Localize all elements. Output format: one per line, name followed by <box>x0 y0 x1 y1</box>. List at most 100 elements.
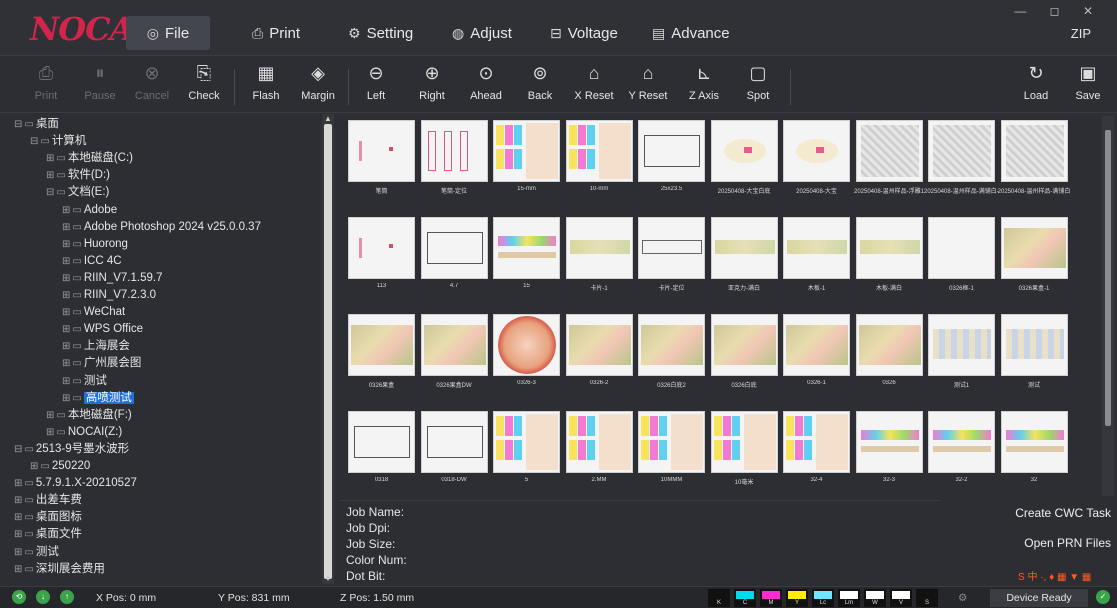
expand-icon[interactable]: ⊞ <box>62 358 70 369</box>
tree-item[interactable]: ⊞ ▭ 高喷测试 <box>62 390 134 406</box>
window-controls[interactable]: — ◻ ✕ <box>1014 4 1103 18</box>
tree-item[interactable]: ⊟ ▭ 桌面 <box>14 116 59 132</box>
tab-adjust[interactable]: ◍ Adjust <box>452 18 512 48</box>
file-thumbnail[interactable]: 木板-1 <box>783 217 850 299</box>
tree-item[interactable]: ⊞ ▭ WPS Office <box>62 321 143 337</box>
file-thumbnail[interactable]: 0326果盒DW <box>420 314 488 396</box>
collapse-icon[interactable]: ⊟ <box>30 136 38 147</box>
expand-icon[interactable]: ⊞ <box>62 324 70 335</box>
x-reset-button[interactable]: ⌂ X Reset <box>566 61 622 111</box>
spot-button[interactable]: ▢ Spot <box>730 61 786 111</box>
file-thumbnail[interactable]: 15-mm <box>493 120 560 202</box>
tree-item[interactable]: ⊟ ▭ 计算机 <box>30 133 86 149</box>
file-thumbnail[interactable]: 32-2 <box>928 411 995 493</box>
tree-item[interactable]: ⊞ ▭ RIIN_V7.2.3.0 <box>62 287 156 303</box>
file-thumbnail[interactable]: 亚克力-满白 <box>710 217 778 299</box>
cancel-button[interactable]: ⊗ Cancel <box>124 61 180 111</box>
scroll-down-icon[interactable]: ▼ <box>324 574 332 583</box>
file-thumbnail[interactable]: 32-3 <box>855 411 923 493</box>
expand-icon[interactable]: ⊞ <box>62 222 70 233</box>
file-thumbnail[interactable]: 0326白底2 <box>638 314 705 396</box>
expand-icon[interactable]: ⊞ <box>14 564 22 575</box>
tree-item[interactable]: ⊞ ▭ Adobe Photoshop 2024 v25.0.0.37 <box>62 219 261 235</box>
file-thumbnail[interactable]: 笔筒 <box>348 120 415 202</box>
tab-setting[interactable]: ⚙ Setting <box>348 18 413 48</box>
tree-item[interactable]: ⊞ ▭ 广州展会图 <box>62 355 141 371</box>
tree-item[interactable]: ⊞ ▭ 上海展会 <box>62 338 130 354</box>
file-thumbnail[interactable]: 32-4 <box>783 411 850 493</box>
tree-item[interactable]: ⊞ ▭ ICC 4C <box>62 253 122 269</box>
tree-item[interactable]: ⊞ ▭ 深圳展会费用 <box>14 561 105 577</box>
file-thumbnail[interactable]: 32 <box>1000 411 1068 493</box>
tree-item[interactable]: ⊞ ▭ 桌面图标 <box>14 509 82 525</box>
expand-icon[interactable]: ⊞ <box>46 170 54 181</box>
tab-print[interactable]: ⎙ Print <box>252 18 300 48</box>
tree-item[interactable]: ⊞ ▭ Adobe <box>62 202 117 218</box>
collapse-icon[interactable]: ⊟ <box>46 187 54 198</box>
file-thumbnail[interactable]: 20250408-温州样品-满铺白 <box>998 120 1070 202</box>
tree-item[interactable]: ⊞ ▭ NOCAI(Z:) <box>46 424 122 440</box>
tree-item[interactable]: ⊞ ▭ 250220 <box>30 458 90 474</box>
expand-icon[interactable]: ⊞ <box>46 153 54 164</box>
file-thumbnail[interactable]: 20250408-大宝白底 <box>710 120 778 202</box>
tree-item[interactable]: ⊞ ▭ RIIN_V7.1.59.7 <box>62 270 162 286</box>
expand-icon[interactable]: ⊞ <box>62 376 70 387</box>
zip-button[interactable]: ZIP <box>1071 26 1091 41</box>
tree-scrollbar[interactable]: ▲ ▼ <box>322 114 334 584</box>
tab-voltage[interactable]: ⊟ Voltage <box>550 18 618 48</box>
file-thumbnail[interactable]: 15 <box>493 217 560 299</box>
margin-button[interactable]: ◈ Margin <box>290 61 346 111</box>
back-button[interactable]: ⊚ Back <box>512 61 568 111</box>
expand-icon[interactable]: ⊞ <box>14 478 22 489</box>
grid-scrollbar[interactable] <box>1102 116 1114 496</box>
ahead-button[interactable]: ⊙ Ahead <box>458 61 514 111</box>
expand-icon[interactable]: ⊞ <box>14 512 22 523</box>
tab-advance[interactable]: ▤ Advance <box>652 18 730 48</box>
file-thumbnail[interactable]: 卡片-定位 <box>638 217 705 299</box>
file-thumbnail[interactable]: 0318-DW <box>420 411 488 493</box>
expand-icon[interactable]: ⊞ <box>62 290 70 301</box>
file-thumbnail[interactable]: 木板-满白 <box>855 217 923 299</box>
right-button[interactable]: ⊕ Right <box>404 61 460 111</box>
file-thumbnail[interactable]: 5 <box>493 411 560 493</box>
check-button[interactable]: ⎘ Check <box>176 61 232 111</box>
file-thumbnail[interactable]: 笔筒-定位 <box>420 120 488 202</box>
tree-item[interactable]: ⊞ ▭ 测试 <box>62 373 107 389</box>
file-thumbnail[interactable]: 0326-1 <box>783 314 850 396</box>
ime-tray-icons[interactable]: S 中 ·, ♦ ▦ ▼ ▦ <box>1018 568 1091 583</box>
file-thumbnail[interactable]: 10-mm <box>565 120 633 202</box>
expand-icon[interactable]: ⊞ <box>62 273 70 284</box>
file-thumbnail[interactable]: 0326果盒 <box>348 314 415 396</box>
file-thumbnail[interactable]: 测试1 <box>928 314 995 396</box>
expand-icon[interactable]: ⊞ <box>62 239 70 250</box>
expand-icon[interactable]: ⊞ <box>62 393 70 404</box>
file-thumbnail[interactable]: 0326-3 <box>493 314 560 396</box>
file-thumbnail[interactable]: 0326-2 <box>565 314 633 396</box>
flash-button[interactable]: ▦ Flash <box>238 61 294 111</box>
file-thumbnail[interactable]: 20250408-温州样品-满铺白-正面白彩 <box>924 120 999 202</box>
tree-item[interactable]: ⊞ ▭ WeChat <box>62 304 125 320</box>
tree-item[interactable]: ⊞ ▭ 软件(D:) <box>46 167 110 183</box>
file-thumbnail[interactable]: 0326白底 <box>710 314 778 396</box>
tree-item[interactable]: ⊟ ▭ 文档(E:) <box>46 184 109 200</box>
expand-icon[interactable]: ⊞ <box>46 427 54 438</box>
file-thumbnail[interactable]: 20250408-大宝 <box>783 120 850 202</box>
expand-icon[interactable]: ⊞ <box>46 410 54 421</box>
save-button[interactable]: ▣ Save <box>1060 61 1116 111</box>
file-thumbnail[interactable]: 0318 <box>348 411 415 493</box>
left-button[interactable]: ⊖ Left <box>348 61 404 111</box>
tree-item[interactable]: ⊞ ▭ 本地磁盘(F:) <box>46 407 132 423</box>
expand-icon[interactable]: ⊞ <box>62 341 70 352</box>
pause-button[interactable]: ⏸ Pause <box>72 61 128 111</box>
grid-scroll-thumb[interactable] <box>1105 130 1111 426</box>
collapse-icon[interactable]: ⊟ <box>14 119 22 130</box>
expand-icon[interactable]: ⊞ <box>30 461 38 472</box>
collapse-icon[interactable]: ⊟ <box>14 444 22 455</box>
print-button[interactable]: ⎙ Print <box>18 61 74 111</box>
expand-icon[interactable]: ⊞ <box>14 495 22 506</box>
expand-icon[interactable]: ⊞ <box>14 529 22 540</box>
z-axis-button[interactable]: ⊾ Z Axis <box>676 61 732 111</box>
expand-icon[interactable]: ⊞ <box>62 307 70 318</box>
file-thumbnail[interactable]: 4.7 <box>420 217 488 299</box>
create-cwc-task-button[interactable]: Create CWC Task <box>1015 506 1111 520</box>
